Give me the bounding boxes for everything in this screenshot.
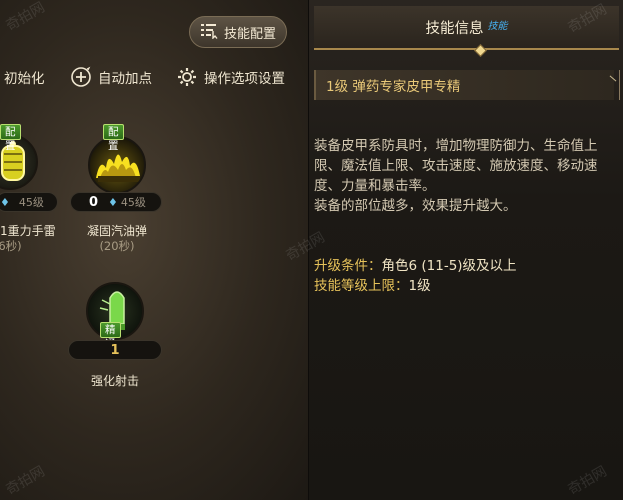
selected-skill-name: 1级 弹药专家皮甲专精 [326, 79, 461, 95]
gem-icon: ♦ [0, 195, 10, 209]
skill-conditions: 升级条件：角色6 (11-5)级及以上 技能等级上限：1级 [314, 256, 616, 296]
selected-skill-title: 1级 弹药专家皮甲专精 [314, 70, 614, 100]
skill-info-title: 技能信息 [425, 20, 484, 37]
skill-description: 装备皮甲系防具时，增加物理防御力、生命值上限、魔法值上限、攻击速度、施放速度、移… [314, 136, 616, 216]
gear-icon [176, 66, 198, 88]
condition-key: 升级条件： [314, 258, 382, 274]
skill-current-level: 0 [89, 194, 99, 210]
skill-tree-panel: 技能配置 初始化 自动加点 操作选项设置 配置 ♦ 45级 1重力手雷 6秒) … [0, 0, 308, 500]
auto-add-label: 自动加点 [98, 71, 152, 87]
skill-info-tag: 技能 [487, 20, 508, 32]
skill-name: 61重力手雷 [0, 224, 56, 238]
reset-label: 初始化 [4, 71, 45, 87]
auto-add-icon [70, 66, 92, 88]
skill-config-button[interactable]: 技能配置 [189, 16, 287, 48]
skill-mastery-badge: 精通 [100, 322, 121, 350]
description-line: 装备皮甲系防具时，增加物理防御力、生命值上限、魔法值上限、攻击速度、施放速度、移… [314, 138, 598, 194]
description-line: 装备的部位越多，效果提升越大。 [314, 198, 517, 214]
skill-config-label: 技能配置 [223, 26, 276, 42]
skill-current-level: 1 [110, 342, 120, 358]
level-cap: 技能等级上限：1级 [314, 276, 616, 296]
skill-level-pill: 1 [68, 340, 162, 360]
operation-settings-label: 操作选项设置 [204, 71, 285, 87]
skill-level-pill: ♦ 45级 [0, 192, 58, 212]
upgrade-condition: 升级条件：角色6 (11-5)级及以上 [314, 256, 616, 276]
skill-name: 强化射击 [90, 374, 139, 388]
skill-config-badge: 配置 [0, 124, 21, 152]
skill-max-level: 45级 [18, 196, 44, 209]
skill-name: 凝固汽油弹 [86, 224, 147, 238]
skill-config-badge: 配置 [103, 124, 124, 152]
skill-cooldown: (20秒) [99, 239, 135, 253]
operation-settings-button[interactable]: 操作选项设置 [176, 64, 285, 90]
skill-info-header: 技能信息 技能 [314, 6, 619, 50]
condition-value: 1级 [408, 278, 431, 294]
condition-value: 角色6 (11-5)级及以上 [381, 258, 517, 274]
skill-max-level: 45级 [120, 196, 146, 209]
skill-info-panel: 技能信息 技能 1级 弹药专家皮甲专精 装备皮甲系防具时，增加物理防御力、生命值… [308, 0, 623, 500]
skill-level-pill: 0 ♦ 45级 [70, 192, 162, 212]
condition-key: 技能等级上限： [314, 278, 409, 294]
reset-button[interactable]: 初始化 [4, 64, 45, 90]
auto-add-points-button[interactable]: 自动加点 [70, 64, 152, 90]
list-config-icon [200, 21, 218, 43]
skill-cooldown: 6秒) [0, 239, 22, 253]
scroll-edge-ornament [610, 70, 620, 100]
gem-icon: ♦ [108, 195, 118, 209]
